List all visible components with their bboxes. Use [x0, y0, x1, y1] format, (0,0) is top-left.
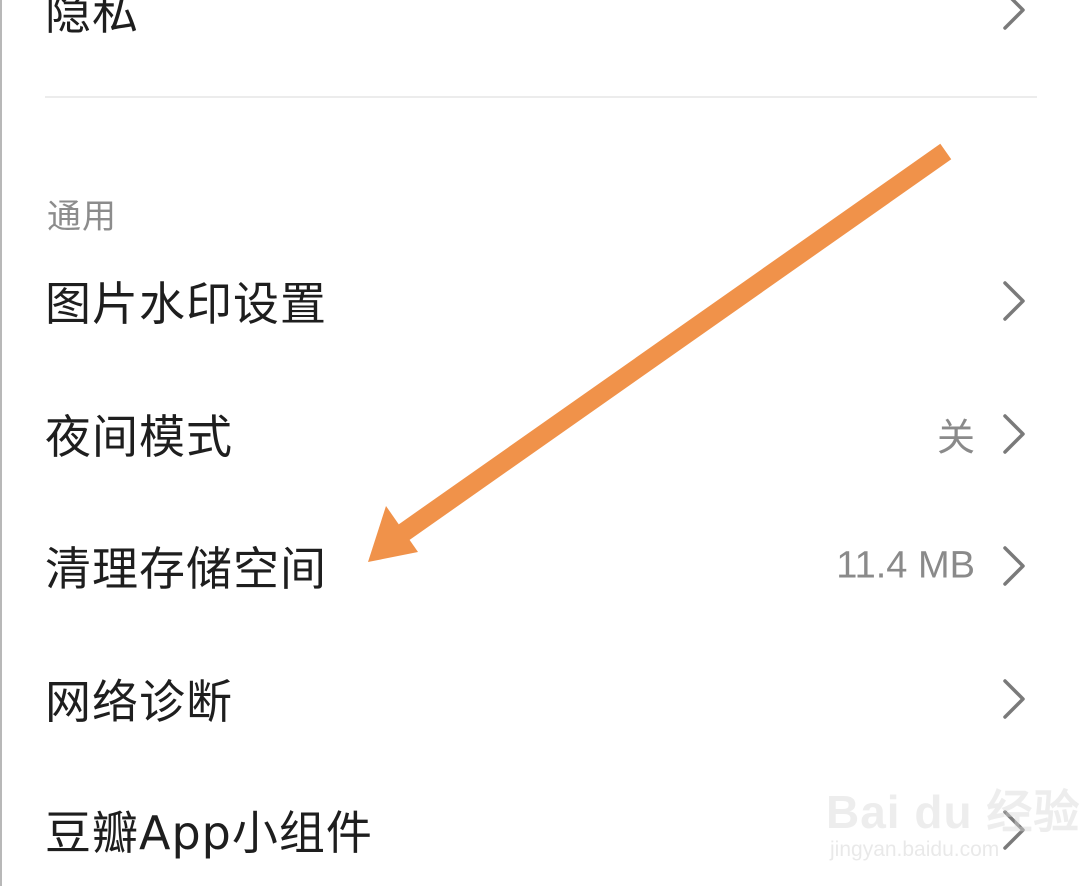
section-header-general: 通用 — [47, 197, 117, 237]
chevron-right-icon — [1003, 546, 1025, 586]
night-mode-status: 关 — [936, 417, 975, 460]
settings-row-app-widget[interactable]: 豆瓣App小组件 — [0, 770, 1080, 890]
settings-row-label: 图片水印设置 — [45, 277, 327, 331]
settings-row-label: 隐私 — [45, 0, 139, 40]
chevron-right-icon — [1003, 0, 1025, 30]
chevron-right-icon — [1003, 679, 1025, 719]
settings-row-network-diagnostics[interactable]: 网络诊断 — [0, 639, 1080, 759]
settings-row-night-mode[interactable]: 夜间模式 关 — [0, 374, 1080, 494]
settings-row-clear-storage[interactable]: 清理存储空间 11.4 MB — [0, 506, 1080, 626]
chevron-right-icon — [1003, 810, 1025, 850]
chevron-right-icon — [1003, 281, 1025, 321]
settings-row-image-watermark[interactable]: 图片水印设置 — [0, 241, 1080, 361]
chevron-right-icon — [1003, 414, 1025, 454]
settings-row-label: 清理存储空间 — [45, 542, 327, 596]
settings-row-label: 豆瓣App小组件 — [45, 806, 373, 860]
section-divider — [45, 96, 1037, 98]
storage-size-value: 11.4 MB — [836, 544, 975, 587]
settings-row-label: 夜间模式 — [45, 410, 233, 464]
settings-row-privacy[interactable]: 隐私 — [0, 0, 1080, 70]
settings-row-label: 网络诊断 — [45, 675, 233, 729]
